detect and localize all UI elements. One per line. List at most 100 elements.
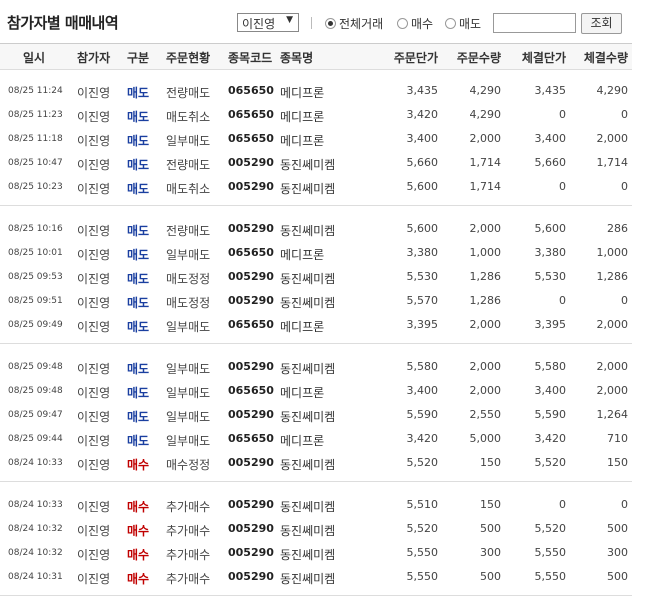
table-row[interactable]: 08/25 10:47 이진영 매도 전량매도 005290 동진쎄미켐 5,660 1,71… xyxy=(0,150,632,174)
cell-exec-price: 3,435 xyxy=(534,84,567,97)
cell-stock: 메디프론 xyxy=(280,320,325,334)
cell-participant: 이진영 xyxy=(77,572,111,586)
table-row[interactable]: 08/25 10:16 이진영 매도 전량매도 005290 동진쎄미켐 5,600 2,00… xyxy=(0,216,632,240)
table-row[interactable]: 08/24 10:33 이진영 매수 매수정정 005290 동진쎄미켐 5,520 150 5… xyxy=(0,450,632,474)
cell-exec-qty: 300 xyxy=(607,546,628,559)
radio-icon[interactable] xyxy=(397,18,408,29)
cell-exec-price: 0 xyxy=(559,498,566,511)
cell-side: 매도 xyxy=(127,158,150,172)
table-row[interactable]: 08/25 09:44 이진영 매도 일부매도 065650 메디프론 3,420 5,000… xyxy=(0,426,632,450)
table-row[interactable]: 08/25 09:49 이진영 매도 일부매도 065650 메디프론 3,395 2,000… xyxy=(0,312,632,336)
cell-time: 08/25 11:23 xyxy=(8,110,63,120)
table-row[interactable]: 08/24 10:32 이진영 매수 추가매수 005290 동진쎄미켐 5,520 500 5… xyxy=(0,516,632,540)
cell-time: 08/24 10:32 xyxy=(8,548,63,558)
table-row[interactable]: 08/25 11:23 이진영 매도 매도취소 065650 메디프론 3,420 4,290… xyxy=(0,102,632,126)
col-header-participant: 참가자 xyxy=(77,51,111,65)
cell-stock: 동진쎄미켐 xyxy=(280,362,336,376)
col-header-exec-qty: 체결수량 xyxy=(583,51,628,65)
cell-stock: 동진쎄미켐 xyxy=(280,500,336,514)
cell-participant: 이진영 xyxy=(77,248,111,262)
cell-participant: 이진영 xyxy=(77,110,111,124)
table-row[interactable]: 08/25 09:53 이진영 매도 매도정정 005290 동진쎄미켐 5,530 1,28… xyxy=(0,264,632,288)
filter-sell-label: 매도 xyxy=(459,17,482,31)
cell-stock: 메디프론 xyxy=(280,134,325,148)
cell-status: 일부매도 xyxy=(166,362,211,376)
table-row[interactable]: 08/25 11:18 이진영 매도 일부매도 065650 메디프론 3,400 2,000… xyxy=(0,126,632,150)
cell-order-qty: 2,000 xyxy=(469,132,502,145)
search-input[interactable] xyxy=(493,13,576,33)
col-header-order-price: 주문단가 xyxy=(393,51,438,65)
cell-exec-price: 5,550 xyxy=(534,546,567,559)
table-row[interactable]: 08/25 09:51 이진영 매도 매도정정 005290 동진쎄미켐 5,570 1,28… xyxy=(0,288,632,312)
cell-status: 전량매도 xyxy=(166,224,211,238)
filter-all-label: 전체거래 xyxy=(339,17,384,31)
cell-code: 005290 xyxy=(228,222,274,235)
cell-order-qty: 150 xyxy=(480,456,501,469)
cell-side: 매도 xyxy=(127,410,150,424)
cell-order-qty: 1,714 xyxy=(469,180,502,193)
cell-side: 매도 xyxy=(127,362,150,376)
radio-checked-icon[interactable] xyxy=(325,18,336,29)
cell-participant: 이진영 xyxy=(77,296,111,310)
table-row[interactable]: 08/25 10:23 이진영 매도 매도취소 005290 동진쎄미켐 5,600 1,71… xyxy=(0,174,632,198)
filter-all-radio[interactable]: 전체거래 xyxy=(325,15,383,32)
cell-order-qty: 500 xyxy=(480,522,501,535)
col-header-stock: 종목명 xyxy=(280,51,314,65)
table-row[interactable]: 08/24 10:32 이진영 매수 추가매수 005290 동진쎄미켐 5,550 300 5… xyxy=(0,540,632,564)
table-row[interactable]: 08/24 10:33 이진영 매수 추가매수 005290 동진쎄미켐 5,510 150 0… xyxy=(0,492,632,516)
cell-participant: 이진영 xyxy=(77,434,111,448)
table-row[interactable]: 08/25 09:47 이진영 매도 일부매도 005290 동진쎄미켐 5,590 2,55… xyxy=(0,402,632,426)
cell-order-price: 5,600 xyxy=(406,180,439,193)
trade-table-body: 08/25 11:24 이진영 매도 전량매도 065650 메디프론 3,435 4,290… xyxy=(0,68,632,596)
cell-participant: 이진영 xyxy=(77,548,111,562)
cell-exec-price: 5,520 xyxy=(534,456,567,469)
cell-side: 매도 xyxy=(127,134,150,148)
cell-side: 매도 xyxy=(127,296,150,310)
cell-exec-qty: 4,290 xyxy=(596,84,629,97)
row-group: 08/25 11:24 이진영 매도 전량매도 065650 메디프론 3,435 4,290… xyxy=(0,68,632,206)
cell-status: 매도취소 xyxy=(166,110,211,124)
search-button[interactable]: 조회 xyxy=(581,13,622,34)
cell-exec-qty: 1,714 xyxy=(596,156,629,169)
table-row[interactable]: 08/25 09:48 이진영 매도 일부매도 005290 동진쎄미켐 5,580 2,00… xyxy=(0,354,632,378)
cell-code: 065650 xyxy=(228,318,274,331)
cell-status: 일부매도 xyxy=(166,386,211,400)
cell-order-price: 5,530 xyxy=(406,270,439,283)
cell-time: 08/25 10:01 xyxy=(8,248,63,258)
cell-order-price: 5,590 xyxy=(406,408,439,421)
cell-order-price: 5,580 xyxy=(406,360,439,373)
cell-status: 일부매도 xyxy=(166,434,211,448)
cell-stock: 동진쎄미켐 xyxy=(280,224,336,238)
cell-stock: 메디프론 xyxy=(280,110,325,124)
table-row[interactable]: 08/25 11:24 이진영 매도 전량매도 065650 메디프론 3,435 4,290… xyxy=(0,78,632,102)
cell-code: 005290 xyxy=(228,522,274,535)
cell-order-qty: 2,000 xyxy=(469,222,502,235)
cell-exec-qty: 2,000 xyxy=(596,384,629,397)
cell-exec-price: 0 xyxy=(559,180,566,193)
cell-exec-price: 3,395 xyxy=(534,318,567,331)
participant-select-value: 이진영 xyxy=(242,17,276,31)
cell-status: 추가매수 xyxy=(166,572,211,586)
filter-buy-radio[interactable]: 매수 xyxy=(397,15,433,32)
radio-icon[interactable] xyxy=(445,18,456,29)
cell-exec-qty: 500 xyxy=(607,570,628,583)
participant-select[interactable]: 이진영 ▼ xyxy=(237,13,299,32)
cell-order-qty: 500 xyxy=(480,570,501,583)
cell-exec-price: 5,580 xyxy=(534,360,567,373)
cell-exec-qty: 0 xyxy=(621,294,628,307)
cell-exec-qty: 150 xyxy=(607,456,628,469)
table-row[interactable]: 08/25 10:01 이진영 매도 일부매도 065650 메디프론 3,380 1,000… xyxy=(0,240,632,264)
cell-time: 08/25 11:24 xyxy=(8,86,63,96)
cell-stock: 동진쎄미켐 xyxy=(280,524,336,538)
cell-side: 매도 xyxy=(127,434,150,448)
col-header-status: 주문현황 xyxy=(166,51,211,65)
cell-stock: 동진쎄미켐 xyxy=(280,182,336,196)
cell-order-qty: 2,550 xyxy=(469,408,502,421)
table-row[interactable]: 08/24 10:31 이진영 매수 추가매수 005290 동진쎄미켐 5,550 500 5… xyxy=(0,564,632,588)
cell-order-qty: 1,000 xyxy=(469,246,502,259)
cell-exec-price: 0 xyxy=(559,108,566,121)
table-row[interactable]: 08/25 09:48 이진영 매도 일부매도 065650 메디프론 3,400 2,000… xyxy=(0,378,632,402)
cell-order-price: 5,600 xyxy=(406,222,439,235)
cell-status: 일부매도 xyxy=(166,248,211,262)
filter-sell-radio[interactable]: 매도 xyxy=(445,15,481,32)
